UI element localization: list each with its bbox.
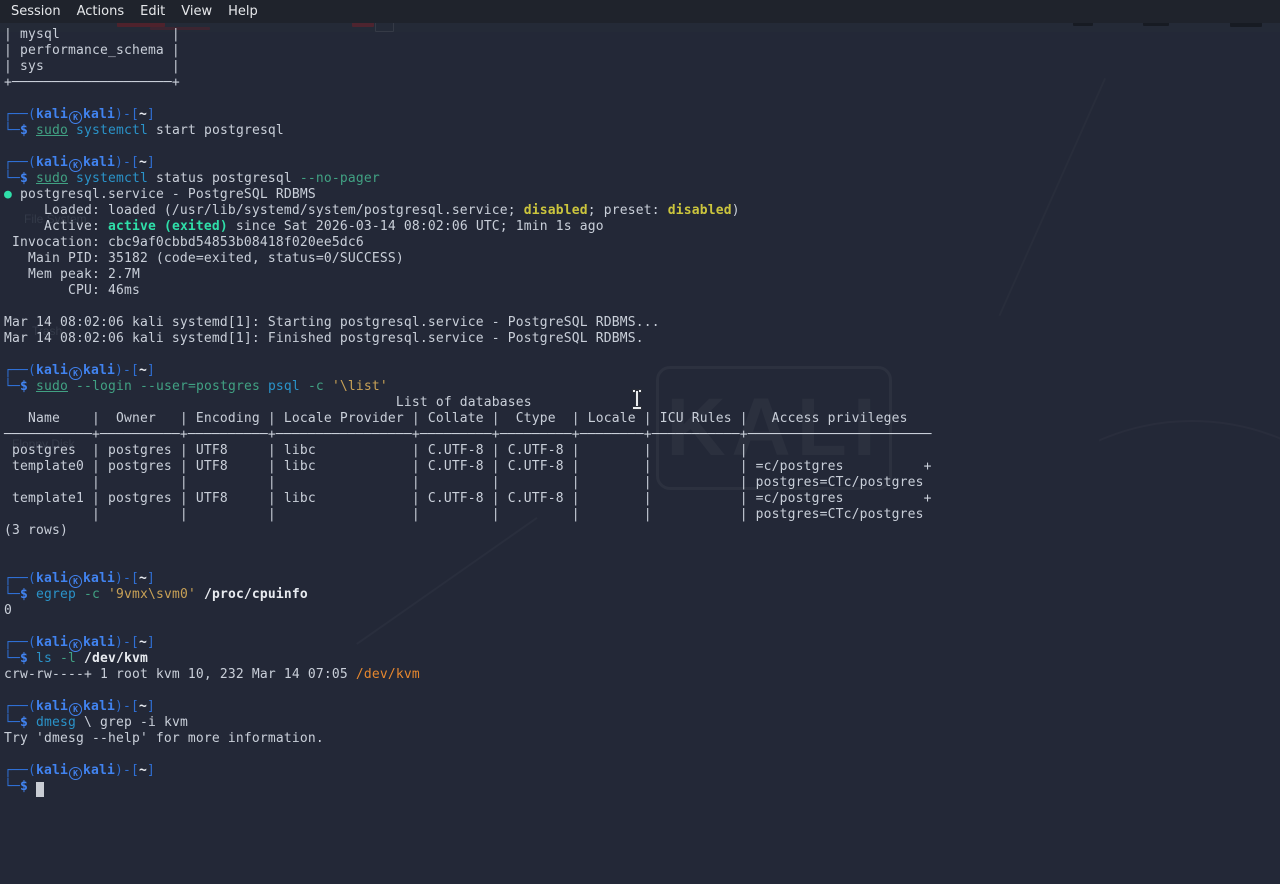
terminal-line: 0 [4, 603, 12, 618]
terminal-line: ● postgresql.service - PostgreSQL RDBMS [4, 187, 316, 202]
terminal-line: ┌──(kali㉿kali)-[~] [4, 107, 155, 122]
terminal-line: └─$ sudo --login --user=postgres psql -c… [4, 379, 388, 394]
terminal-line: ┌──(kali㉿kali)-[~] [4, 699, 155, 714]
terminal-line: ───────────+──────────+──────────+──────… [4, 427, 932, 442]
menu-item-view[interactable]: View [173, 2, 220, 21]
terminal-line: Mem peak: 2.7M [4, 267, 140, 282]
mouse-cursor-ibeam [631, 390, 643, 409]
terminal-line: Invocation: cbc9af0cbbd54853b08418f020ee… [4, 235, 364, 250]
terminal-line: ┌──(kali㉿kali)-[~] [4, 635, 155, 650]
terminal-line: └─$ [4, 779, 932, 797]
terminal-line: ┌──(kali㉿kali)-[~] [4, 363, 155, 378]
terminal-line: List of databases [4, 395, 532, 410]
menu-item-help[interactable]: Help [220, 2, 266, 21]
terminal-line: postgres | postgres | UTF8 | libc | C.UT… [4, 443, 748, 458]
terminal-line: template1 | postgres | UTF8 | libc | C.U… [4, 491, 932, 506]
ibeam-stem [636, 391, 638, 408]
terminal-line: ┌──(kali㉿kali)-[~] [4, 763, 155, 778]
terminal-line: | mysql | [4, 27, 180, 42]
menu-item-session[interactable]: Session [3, 2, 69, 21]
menubar: Session Actions Edit View Help [0, 0, 1280, 23]
terminal-line: Loaded: loaded (/usr/lib/systemd/system/… [4, 203, 740, 218]
terminal-line: CPU: 46ms [4, 283, 140, 298]
terminal-line: | performance_schema | [4, 43, 180, 58]
terminal-line: Try 'dmesg --help' for more information. [4, 731, 324, 746]
ibeam-serif-bottom [633, 407, 641, 409]
terminal-line: crw-rw----+ 1 root kvm 10, 232 Mar 14 07… [4, 667, 420, 682]
terminal-line: Mar 14 08:02:06 kali systemd[1]: Startin… [4, 315, 660, 330]
wallpaper-shape [998, 78, 1280, 422]
terminal-line: Mar 14 08:02:06 kali systemd[1]: Finishe… [4, 331, 644, 346]
terminal-line: ┌──(kali㉿kali)-[~] [4, 155, 155, 170]
terminal-line: ┌──(kali㉿kali)-[~] [4, 571, 155, 586]
terminal-line: └─$ egrep -c '9vmx\svm0' /proc/cpuinfo [4, 587, 308, 602]
terminal-line: └─$ dmesg \ grep -i kvm [4, 715, 188, 730]
menu-item-actions[interactable]: Actions [69, 2, 133, 21]
terminal-line: (3 rows) [4, 523, 68, 538]
terminal-line: └─$ ls -l /dev/kvm [4, 651, 148, 666]
terminal-line: | | | | | | | | postgres=CTc/postgres [4, 507, 924, 522]
menu-item-edit[interactable]: Edit [132, 2, 173, 21]
terminal-line: Active: active (exited) since Sat 2026-0… [4, 219, 604, 234]
terminal-line: └─$ sudo systemctl start postgresql [4, 123, 284, 138]
text-cursor [36, 782, 44, 797]
terminal-line: | | | | | | | | postgres=CTc/postgres [4, 475, 924, 490]
terminal-line: Name | Owner | Encoding | Locale Provide… [4, 411, 908, 426]
terminal[interactable]: | mysql | | performance_schema | | sys | +─… [4, 27, 932, 797]
terminal-line: | sys | [4, 59, 180, 74]
terminal-line: Main PID: 35182 (code=exited, status=0/S… [4, 251, 404, 266]
terminal-line: └─$ sudo systemctl status postgresql --n… [4, 171, 380, 186]
wallpaper-swirl [1099, 420, 1280, 698]
terminal-line: template0 | postgres | UTF8 | libc | C.U… [4, 459, 932, 474]
terminal-line: +────────────────────+ [4, 75, 180, 90]
